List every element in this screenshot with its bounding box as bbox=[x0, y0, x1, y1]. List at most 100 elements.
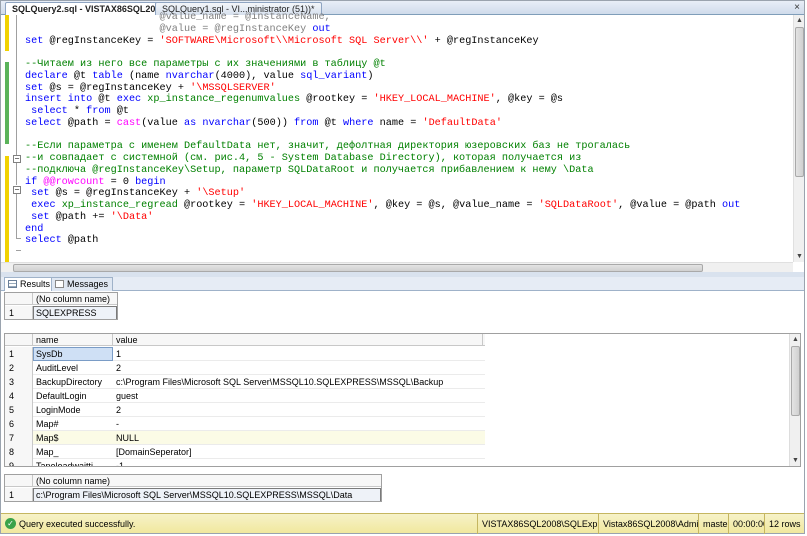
grid-cell[interactable]: SQLEXPRESS bbox=[33, 306, 117, 319]
row-number[interactable]: 7 bbox=[5, 431, 33, 445]
grid-cell-value[interactable]: [DomainSeperator] bbox=[113, 445, 485, 459]
grid-cell-value[interactable]: 2 bbox=[113, 361, 485, 375]
grid-cell-name[interactable]: Map# bbox=[33, 417, 113, 431]
table-row[interactable]: 8 Map_ [DomainSeperator] bbox=[5, 445, 485, 459]
grid-cell-name[interactable]: BackupDirectory bbox=[33, 375, 113, 389]
row-number[interactable]: 1 bbox=[5, 488, 33, 501]
code-line[interactable]: set @path += '\Data' bbox=[25, 212, 793, 224]
grid-cell-name[interactable]: SysDb bbox=[33, 347, 113, 361]
grid-cell-name[interactable]: Map_ bbox=[33, 445, 113, 459]
editor-horizontal-scrollbar[interactable] bbox=[1, 262, 793, 272]
collapse-icon[interactable]: − bbox=[13, 155, 21, 163]
code-line[interactable]: --подключа @regInstanceKey\Setup, параме… bbox=[25, 165, 793, 177]
scroll-up-icon[interactable]: ▲ bbox=[790, 334, 800, 345]
corner-cell[interactable] bbox=[5, 475, 33, 487]
row-number[interactable]: 1 bbox=[5, 347, 33, 361]
code-line[interactable]: --Читаем из него все параметры с их знач… bbox=[25, 59, 793, 71]
success-icon: ✓ bbox=[5, 518, 16, 529]
grid-cell-value[interactable]: - bbox=[113, 417, 485, 431]
scroll-thumb[interactable] bbox=[795, 27, 804, 177]
grid-cell-name[interactable]: LoginMode bbox=[33, 403, 113, 417]
code-line[interactable]: set @s = @regInstanceKey + '\Setup' bbox=[25, 188, 793, 200]
code-line[interactable]: --Если параметра с именем DefaultData не… bbox=[25, 141, 793, 153]
code-line[interactable]: exec xp_instance_regread @rootkey = 'HKE… bbox=[25, 200, 793, 212]
code-line[interactable]: set @regInstanceKey = 'SOFTWARE\Microsof… bbox=[25, 36, 793, 48]
grid-cell-value[interactable]: -1 bbox=[113, 459, 485, 466]
close-window-icon[interactable]: × bbox=[794, 2, 800, 14]
code-line[interactable]: select * from @t bbox=[25, 106, 793, 118]
table-row[interactable]: 1 c:\Program Files\Microsoft SQL Server\… bbox=[5, 488, 381, 501]
code-line[interactable] bbox=[25, 130, 793, 142]
column-header[interactable]: (No column name) bbox=[33, 293, 117, 305]
grid-cell-value[interactable]: guest bbox=[113, 389, 485, 403]
code-line[interactable]: select @path bbox=[25, 235, 793, 247]
tab-messages[interactable]: Messages bbox=[51, 277, 114, 291]
row-number[interactable]: 6 bbox=[5, 417, 33, 431]
code-line[interactable]: set @s = @regInstanceKey + '\MSSQLSERVER… bbox=[25, 83, 793, 95]
row-number[interactable]: 8 bbox=[5, 445, 33, 459]
code-token: select bbox=[25, 117, 68, 129]
row-number[interactable]: 2 bbox=[5, 361, 33, 375]
corner-cell[interactable] bbox=[5, 293, 33, 305]
tab-results[interactable]: Results bbox=[4, 277, 56, 291]
code-line[interactable]: if @@rowcount = 0 begin bbox=[25, 177, 793, 189]
code-line[interactable]: end bbox=[25, 224, 793, 236]
scroll-up-icon[interactable]: ▲ bbox=[794, 15, 805, 26]
code-line[interactable]: @value = @regInstanceKey out bbox=[25, 24, 793, 36]
column-header-name[interactable]: name bbox=[33, 334, 113, 346]
table-row[interactable]: 5 LoginMode 2 bbox=[5, 403, 485, 417]
grid-header: (No column name) bbox=[5, 475, 381, 487]
row-number[interactable]: 4 bbox=[5, 389, 33, 403]
table-row[interactable]: 4 DefaultLogin guest bbox=[5, 389, 485, 403]
table-row[interactable]: 1 SysDb 1 bbox=[5, 347, 485, 361]
code-line[interactable]: declare @t table (name nvarchar(4000), v… bbox=[25, 71, 793, 83]
result-grid-3[interactable]: (No column name) 1 c:\Program Files\Micr… bbox=[4, 474, 382, 502]
code-token: 'DefaultData' bbox=[422, 117, 502, 129]
grid-cell-value[interactable]: 2 bbox=[113, 403, 485, 417]
scroll-down-icon[interactable]: ▼ bbox=[794, 251, 805, 262]
table-row[interactable]: 7 Map$ NULL bbox=[5, 431, 485, 445]
code-text[interactable]: @value_name = @instanceName, @value = @r… bbox=[25, 12, 793, 262]
scroll-thumb[interactable] bbox=[791, 346, 800, 416]
code-token: end bbox=[25, 223, 44, 235]
row-number[interactable]: 3 bbox=[5, 375, 33, 389]
code-token: '\Setup' bbox=[196, 188, 246, 200]
table-row[interactable]: 6 Map# - bbox=[5, 417, 485, 431]
row-number[interactable]: 1 bbox=[5, 306, 33, 319]
grid-cell-name[interactable]: DefaultLogin bbox=[33, 389, 113, 403]
code-token: @rootkey = bbox=[183, 200, 252, 211]
editor-vertical-scrollbar[interactable]: ▲ ▼ bbox=[793, 15, 804, 262]
table-row[interactable]: 9 Tapeloadwaitti... -1 bbox=[5, 459, 485, 466]
grid-cell-name[interactable]: AuditLevel bbox=[33, 361, 113, 375]
code-line[interactable]: --и совпадает с системной (см. рис.4, 5 … bbox=[25, 153, 793, 165]
code-line[interactable]: select @path = cast(value as nvarchar(50… bbox=[25, 118, 793, 130]
code-line[interactable]: @value_name = @instanceName, bbox=[25, 12, 793, 24]
table-row[interactable]: 3 BackupDirectory c:\Program Files\Microso… bbox=[5, 375, 485, 389]
grid-cell[interactable]: c:\Program Files\Microsoft SQL Server\MS… bbox=[33, 488, 381, 501]
grid-icon bbox=[8, 280, 17, 288]
grid-vertical-scrollbar[interactable]: ▲ ▼ bbox=[789, 334, 800, 466]
grid-cell-name[interactable]: Map$ bbox=[33, 431, 113, 445]
table-row[interactable]: 2 AuditLevel 2 bbox=[5, 361, 485, 375]
table-row[interactable]: 1 SQLEXPRESS bbox=[5, 306, 117, 319]
column-header-value[interactable]: value bbox=[113, 334, 483, 346]
grid-cell-value[interactable]: NULL bbox=[113, 431, 485, 445]
query-editor[interactable]: − − @value_name = @instanceName, @value … bbox=[1, 12, 804, 272]
scroll-thumb[interactable] bbox=[13, 264, 703, 272]
scroll-down-icon[interactable]: ▼ bbox=[790, 455, 800, 466]
result-grid-2[interactable]: name value 1 SysDb 1 2 AuditLevel 2 3 BackupDir… bbox=[4, 333, 801, 467]
code-token: , @key = @s, @value_name = bbox=[373, 200, 539, 211]
result-grid-1[interactable]: (No column name) 1 SQLEXPRESS bbox=[4, 292, 118, 320]
row-number[interactable]: 5 bbox=[5, 403, 33, 417]
collapse-icon[interactable]: − bbox=[13, 186, 21, 194]
code-line[interactable]: insert into @t exec xp_instance_regenumv… bbox=[25, 94, 793, 106]
grid-cell-name[interactable]: Tapeloadwaitti... bbox=[33, 459, 113, 466]
code-line[interactable] bbox=[25, 47, 793, 59]
grid-cell-value[interactable]: c:\Program Files\Microsoft SQL Server\MS… bbox=[113, 375, 485, 389]
row-number[interactable]: 9 bbox=[5, 459, 33, 466]
code-token: declare bbox=[25, 70, 74, 82]
corner-cell[interactable] bbox=[5, 334, 33, 346]
code-token: @s = @regInstanceKey + bbox=[55, 188, 197, 200]
grid-cell-value[interactable]: 1 bbox=[113, 347, 485, 361]
column-header[interactable]: (No column name) bbox=[33, 475, 381, 487]
